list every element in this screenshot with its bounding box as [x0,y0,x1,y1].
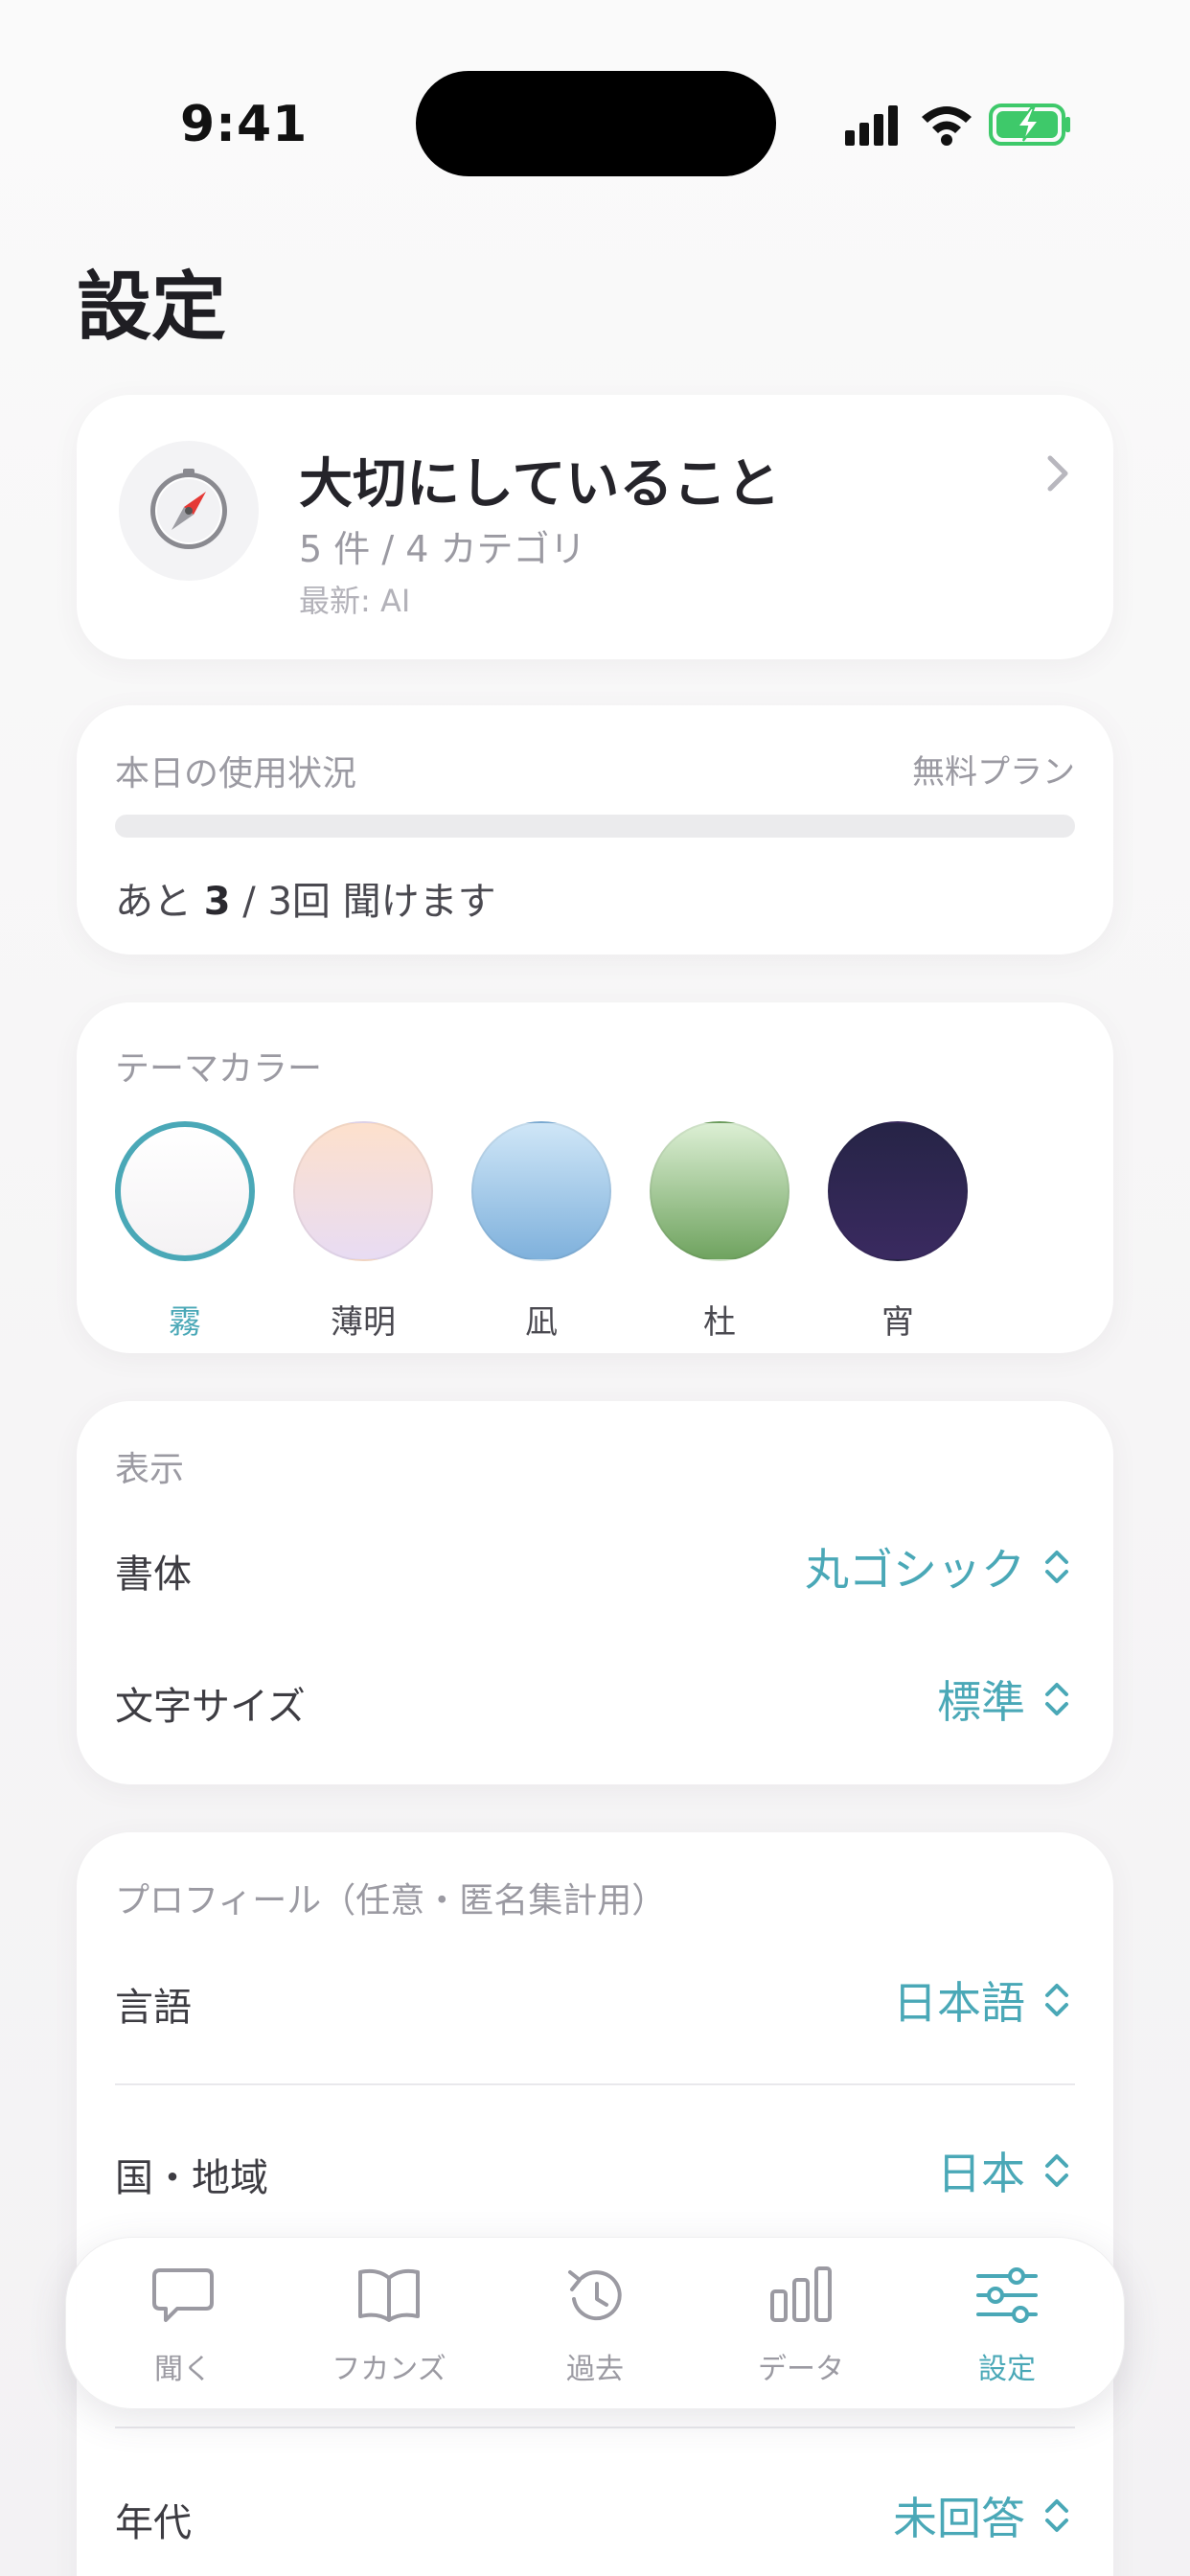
usage-card: 本日の使用状況 無料プラン あと 3 / 3回 聞けます [77,705,1113,954]
theme-color-card: テーマカラー 霧 薄明 凪 杜 宵 [77,1002,1113,1353]
values-title: 大切にしていること [299,453,781,516]
profile-card: プロフィール（任意・匿名集計用） 言語 日本語 国・地域 日本 年代 未回答 [77,1832,1113,2576]
profile-section-label: プロフィール（任意・匿名集計用） [115,1881,667,1920]
chat-bubble-icon [152,2268,214,2322]
text-size-row-label: 文字サイズ [115,1685,306,1729]
bar-chart-icon [770,2266,832,2322]
display-section-label: 表示 [115,1450,185,1489]
tab-fukanzu[interactable]: フカンズ [293,2261,485,2395]
tab-listen[interactable]: 聞く [87,2261,279,2395]
row-divider [115,2426,1075,2428]
tab-settings[interactable]: 設定 [911,2261,1103,2395]
cellular-signal-icon [845,105,898,146]
text-size-value: 標準 [937,1676,1025,1728]
theme-color-label: テーマカラー [115,1049,323,1089]
theme-swatch-label: 凪 [525,1303,558,1342]
age-select[interactable]: 未回答 [893,2484,1071,2547]
theme-swatch-label: 杜 [703,1303,736,1342]
text-size-select[interactable]: 標準 [937,1668,1071,1731]
theme-swatch[interactable] [115,1121,255,1261]
status-icons [845,104,1070,146]
status-time: 9:41 [180,96,309,153]
usage-progress-bar [115,815,1075,838]
chevron-up-down-icon [1045,1551,1068,1583]
usage-label: 本日の使用状況 [115,754,357,794]
tab-label: 聞く [154,2353,212,2386]
language-row-label: 言語 [115,1986,192,2030]
font-row-label: 書体 [115,1552,192,1597]
font-select[interactable]: 丸ゴシック [805,1535,1071,1598]
tab-history[interactable]: 過去 [499,2261,691,2395]
age-value: 未回答 [893,2493,1025,2544]
book-icon [358,2268,420,2322]
dynamic-island [416,71,776,176]
region-select[interactable]: 日本 [937,2139,1071,2202]
tab-data[interactable]: データ [705,2261,897,2395]
chevron-right-icon [1047,455,1068,492]
theme-swatch-label: 霧 [169,1303,201,1342]
plan-label: 無料プラン [912,753,1075,792]
tab-label: 過去 [566,2353,624,2386]
theme-swatch-label: 宵 [881,1303,914,1342]
chevron-up-down-icon [1045,2499,1068,2532]
language-value: 日本語 [893,1977,1025,2029]
theme-swatch-label: 薄明 [331,1303,396,1342]
font-value: 丸ゴシック [805,1544,1025,1596]
theme-swatch[interactable] [650,1121,790,1261]
wifi-icon [922,106,972,146]
tab-label: 設定 [978,2353,1036,2386]
usage-prefix: あと [115,880,204,924]
values-subtitle: 5 件 / 4 カテゴリ [299,528,586,570]
history-icon [568,2270,622,2321]
chevron-up-down-icon [1045,1984,1068,2016]
usage-remaining-text: あと 3 / 3回 聞けます [115,870,496,926]
page-title: 設定 [77,264,227,351]
theme-swatch[interactable] [828,1121,968,1261]
region-value: 日本 [937,2148,1025,2199]
usage-remaining-count: 3 [203,880,231,924]
settings-screen: 9:41 設定 大切にしていること 5 件 / 4 カテゴリ 最新: AI 本日… [0,0,1190,2576]
display-card: 表示 書体 丸ゴシック 文字サイズ 標準 [77,1401,1113,1784]
compass-icon [119,441,259,581]
language-select[interactable]: 日本語 [893,1968,1071,2032]
usage-suffix: / 3回 聞けます [230,880,496,924]
row-divider [115,2083,1075,2085]
region-row-label: 国・地域 [115,2156,268,2200]
chevron-up-down-icon [1045,1683,1068,1715]
theme-swatch[interactable] [471,1121,611,1261]
age-row-label: 年代 [115,2501,192,2545]
battery-charging-icon [989,104,1070,146]
sliders-icon [976,2267,1038,2323]
values-card[interactable]: 大切にしていること 5 件 / 4 カテゴリ 最新: AI [77,395,1113,659]
values-latest: 最新: AI [299,583,411,619]
tab-label: データ [758,2353,844,2386]
chevron-up-down-icon [1045,2154,1068,2187]
tab-label: フカンズ [332,2353,446,2386]
theme-swatch[interactable] [293,1121,433,1261]
tab-bar: 聞く フカンズ 過去 データ 設定 [65,2237,1125,2409]
